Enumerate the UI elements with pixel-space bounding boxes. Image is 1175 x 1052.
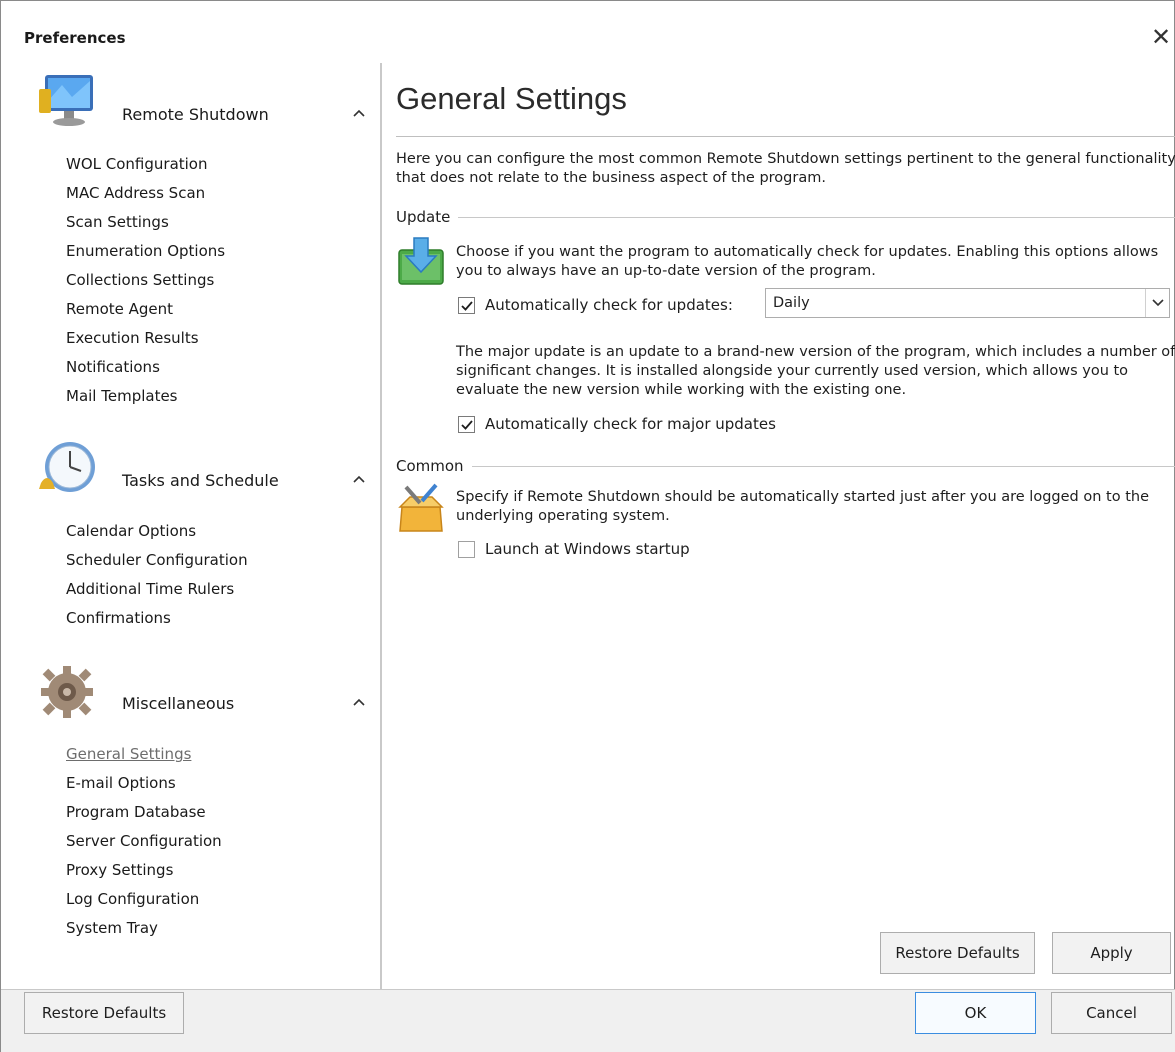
startup-checkbox-row[interactable]: Launch at Windows startup <box>458 539 738 561</box>
chevron-down-icon <box>1152 299 1164 307</box>
monitor-icon <box>39 75 93 126</box>
chevron-up-icon[interactable] <box>353 696 365 708</box>
group-label-miscellaneous: Miscellaneous <box>122 694 235 713</box>
sidebar-item-email-options[interactable]: E-mail Options <box>66 774 176 792</box>
sidebar-item-notifications[interactable]: Notifications <box>66 358 160 376</box>
sidebar-item-proxy-settings[interactable]: Proxy Settings <box>66 861 173 879</box>
group-header-miscellaneous[interactable]: Miscellaneous <box>31 660 371 730</box>
download-icon <box>398 237 444 285</box>
sidebar-item-remote-agent[interactable]: Remote Agent <box>66 300 173 318</box>
close-icon[interactable]: ✕ <box>1149 23 1173 51</box>
content-restore-defaults-button[interactable]: Restore Defaults <box>880 932 1035 974</box>
startup-checkbox[interactable] <box>458 541 475 558</box>
section-divider <box>472 466 1175 467</box>
footer-restore-defaults-button[interactable]: Restore Defaults <box>24 992 184 1034</box>
dropdown-button[interactable] <box>1145 289 1169 317</box>
major-update-checkbox-row[interactable]: Automatically check for major updates <box>458 414 818 436</box>
sidebar-divider <box>380 63 382 989</box>
common-section-label: Common <box>396 457 468 475</box>
sidebar-item-additional-time-rulers[interactable]: Additional Time Rulers <box>66 580 234 598</box>
major-update-checkbox[interactable] <box>458 416 475 433</box>
apply-button[interactable]: Apply <box>1052 932 1171 974</box>
sidebar-item-mail-templates[interactable]: Mail Templates <box>66 387 178 405</box>
sidebar-item-scan-settings[interactable]: Scan Settings <box>66 213 169 231</box>
group-header-remote-shutdown[interactable]: Remote Shutdown <box>31 71 371 141</box>
sidebar-item-execution-results[interactable]: Execution Results <box>66 329 199 347</box>
sidebar-item-program-database[interactable]: Program Database <box>66 803 206 821</box>
sidebar-item-calendar-options[interactable]: Calendar Options <box>66 522 196 540</box>
intro-text: Here you can configure the most common R… <box>396 151 1175 186</box>
sidebar-item-system-tray[interactable]: System Tray <box>66 919 158 937</box>
title-bar: Preferences ✕ <box>1 1 1175 63</box>
toolbox-icon <box>398 483 444 532</box>
common-section-header: Common <box>396 457 1175 477</box>
chevron-up-icon[interactable] <box>353 473 365 485</box>
group-label-remote-shutdown: Remote Shutdown <box>122 105 269 124</box>
group-header-tasks-and-schedule[interactable]: Tasks and Schedule <box>31 437 371 507</box>
section-divider <box>458 217 1175 218</box>
sidebar-item-collections-settings[interactable]: Collections Settings <box>66 271 214 289</box>
title-divider <box>396 136 1175 137</box>
sidebar-item-log-configuration[interactable]: Log Configuration <box>66 890 199 908</box>
auto-update-checkbox[interactable] <box>458 297 475 314</box>
sidebar-item-mac-address-scan[interactable]: MAC Address Scan <box>66 184 205 202</box>
major-update-description: The major update is an update to a brand… <box>456 344 1175 398</box>
update-frequency-select[interactable]: Daily <box>765 288 1170 318</box>
update-description: Choose if you want the program to automa… <box>456 244 1159 279</box>
update-frequency-value: Daily <box>773 295 810 311</box>
sidebar: Remote Shutdown WOL Configuration MAC Ad… <box>11 63 380 989</box>
sidebar-item-confirmations[interactable]: Confirmations <box>66 609 171 627</box>
sidebar-item-scheduler-configuration[interactable]: Scheduler Configuration <box>66 551 248 569</box>
window-title: Preferences <box>24 29 126 47</box>
update-section-label: Update <box>396 208 455 226</box>
gear-icon <box>41 666 93 718</box>
startup-label: Launch at Windows startup <box>485 540 690 558</box>
group-label-tasks-and-schedule: Tasks and Schedule <box>122 471 279 490</box>
page-title: General Settings <box>396 81 627 116</box>
auto-update-checkbox-row[interactable]: Automatically check for updates: <box>458 295 758 317</box>
update-section-header: Update <box>396 208 1175 228</box>
sidebar-item-enumeration-options[interactable]: Enumeration Options <box>66 242 225 260</box>
common-description: Specify if Remote Shutdown should be aut… <box>456 489 1149 524</box>
chevron-up-icon[interactable] <box>353 107 365 119</box>
preferences-window: Preferences ✕ Remote Shutdown WOL Config… <box>0 0 1175 1052</box>
clock-icon <box>39 442 95 492</box>
sidebar-item-wol-configuration[interactable]: WOL Configuration <box>66 155 208 173</box>
sidebar-item-server-configuration[interactable]: Server Configuration <box>66 832 222 850</box>
sidebar-item-general-settings[interactable]: General Settings <box>66 745 191 763</box>
checkmark-icon <box>461 420 473 430</box>
major-update-label: Automatically check for major updates <box>485 415 776 433</box>
auto-update-label: Automatically check for updates: <box>485 296 733 314</box>
cancel-button[interactable]: Cancel <box>1051 992 1172 1034</box>
main-content: General Settings Here you can configure … <box>396 63 1175 989</box>
checkmark-icon <box>461 301 473 311</box>
ok-button[interactable]: OK <box>915 992 1036 1034</box>
dialog-footer: Restore Defaults OK Cancel <box>1 990 1175 1052</box>
